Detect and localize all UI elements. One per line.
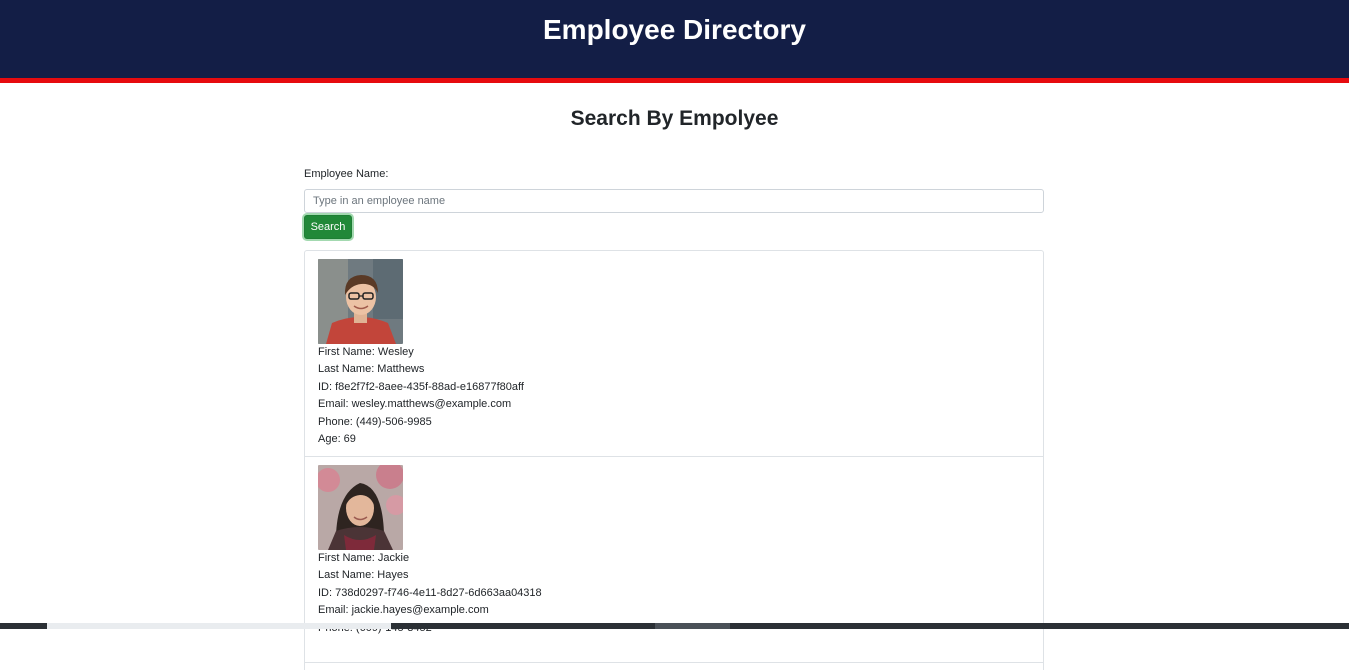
employee-phone: Phone: (449)-506-9985 — [318, 415, 432, 428]
search-button[interactable]: Search — [304, 215, 352, 239]
employee-card: First Name: Jackie Last Name: Hayes ID: … — [305, 457, 1043, 663]
employee-photo — [318, 465, 403, 550]
employee-last-name: Last Name: Matthews — [318, 363, 425, 376]
employee-card: First Name: Wesley Last Name: Matthews I… — [305, 251, 1043, 457]
employee-name-label: Employee Name: — [304, 168, 389, 180]
taskbar-app-button[interactable] — [655, 623, 730, 629]
employee-first-name: First Name: Wesley — [318, 346, 414, 358]
employee-email: Email: wesley.matthews@example.com — [318, 398, 512, 411]
os-taskbar — [0, 623, 1349, 629]
app-header: Employee Directory — [0, 0, 1349, 83]
employee-email: Email: jackie.hayes@example.com — [318, 604, 489, 617]
employee-last-name: Last Name: Hayes — [318, 569, 409, 582]
employee-first-name: First Name: Jackie — [318, 552, 410, 564]
employee-id: ID: 738d0297-f746-4e11-8d27-6d663aa04318 — [318, 586, 542, 599]
employee-photo — [318, 259, 403, 344]
employee-age: Age: 69 — [318, 433, 356, 446]
app-title: Employee Directory — [543, 14, 806, 45]
employee-id: ID: f8e2f7f2-8aee-435f-88ad-e16877f80aff — [318, 380, 524, 393]
employee-name-input[interactable] — [304, 189, 1044, 213]
employee-list: First Name: Wesley Last Name: Matthews I… — [304, 250, 1044, 670]
taskbar-active-window[interactable] — [47, 623, 391, 629]
search-form: Employee Name: Search — [304, 166, 1044, 239]
page-title: Search By Empolyee — [570, 107, 779, 130]
